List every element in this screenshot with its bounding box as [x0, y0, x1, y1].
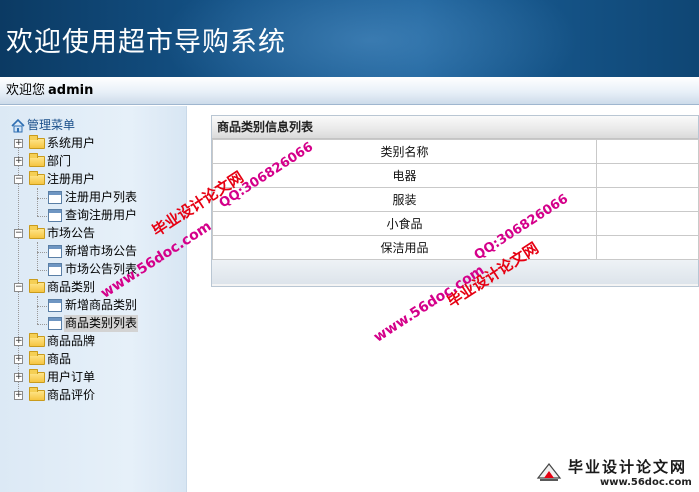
expand-plus-icon[interactable]: + — [14, 157, 23, 166]
table-cell-actions — [596, 211, 699, 236]
table-row: 保洁用品 — [212, 235, 699, 260]
table-header-row: 类别名称 — [212, 139, 699, 164]
sidebar-item-user-orders[interactable]: + 用户订单 — [0, 369, 130, 386]
table-cell: 小食品 — [212, 211, 597, 236]
sidebar-item-query-registered-user[interactable]: 查询注册用户 — [0, 207, 150, 224]
expand-plus-icon[interactable]: + — [14, 337, 23, 346]
home-icon — [11, 119, 25, 133]
page-icon — [48, 191, 62, 204]
sidebar-item-product-brand[interactable]: + 商品品牌 — [0, 333, 130, 350]
sidebar-item-label: 市场公告 — [47, 226, 96, 240]
sidebar-item-label: 商品评价 — [47, 388, 96, 402]
sidebar-item-label: 商品 — [47, 352, 72, 366]
folder-icon — [29, 387, 45, 401]
sidebar-item-department[interactable]: + 部门 — [0, 153, 130, 170]
sidebar-item-market-notice-list[interactable]: 市场公告列表 — [0, 261, 150, 278]
column-header-actions — [596, 139, 699, 164]
category-list-panel: 商品类别信息列表 类别名称 电器 服装 小食品 保洁用品 — [211, 115, 699, 287]
folder-icon — [29, 153, 45, 167]
sidebar-item-system-users[interactable]: + 系统用户 — [0, 135, 130, 152]
sidebar-item-product-category-list[interactable]: 商品类别列表 — [0, 315, 150, 332]
table-cell-actions — [596, 163, 699, 188]
sidebar-item-label: 用户订单 — [47, 370, 96, 384]
folder-icon — [29, 333, 45, 347]
expand-plus-icon[interactable]: + — [14, 373, 23, 382]
folder-icon — [29, 135, 45, 149]
sidebar-item-add-product-category[interactable]: 新增商品类别 — [0, 297, 150, 314]
welcome-bar: 欢迎您 admin — [0, 77, 699, 105]
page-icon — [48, 209, 62, 222]
table-cell-actions — [596, 235, 699, 260]
app-header: 欢迎使用超市导购系统 — [0, 0, 699, 77]
table-cell: 服装 — [212, 187, 597, 212]
sidebar-item-market-notice[interactable]: − 市场公告 — [0, 225, 130, 242]
folder-icon — [29, 351, 45, 365]
page-icon — [48, 263, 62, 276]
expand-plus-icon[interactable]: + — [14, 391, 23, 400]
logo-mark-icon — [536, 463, 562, 481]
sidebar-item-registered-user-list[interactable]: 注册用户列表 — [0, 189, 150, 206]
tree-root[interactable]: 管理菜单 — [0, 117, 120, 134]
sidebar-item-label: 注册用户 — [47, 172, 96, 186]
footer-logo-name: 毕业设计论文网 — [568, 458, 688, 476]
sidebar-item-label: 市场公告列表 — [65, 262, 138, 276]
folder-open-icon — [29, 279, 45, 293]
table-row: 服装 — [212, 187, 699, 212]
collapse-minus-icon[interactable]: − — [14, 229, 23, 238]
sidebar-item-registered-users[interactable]: − 注册用户 — [0, 171, 130, 188]
sidebar-item-label: 商品品牌 — [47, 334, 96, 348]
sidebar-item-product-reviews[interactable]: + 商品评价 — [0, 387, 130, 404]
sidebar-item-label: 注册用户列表 — [65, 190, 138, 204]
sidebar-item-label: 新增市场公告 — [65, 244, 138, 258]
tree-root-label: 管理菜单 — [27, 118, 76, 132]
panel-footer — [212, 260, 698, 284]
app-title: 欢迎使用超市导购系统 — [6, 27, 286, 58]
sidebar-item-label: 新增商品类别 — [65, 298, 138, 312]
folder-icon — [29, 369, 45, 383]
table-cell: 保洁用品 — [212, 235, 597, 260]
welcome-username: admin — [48, 83, 94, 98]
welcome-greeting: 欢迎您 — [6, 83, 46, 98]
table-row: 电器 — [212, 163, 699, 188]
footer-logo: 毕业设计论文网 www.56doc.com — [530, 454, 699, 492]
table-cell-actions — [596, 187, 699, 212]
category-table: 类别名称 电器 服装 小食品 保洁用品 — [212, 139, 699, 260]
sidebar-item-label: 商品类别 — [47, 280, 96, 294]
panel-title: 商品类别信息列表 — [212, 116, 698, 139]
sidebar-item-label-selected: 商品类别列表 — [64, 315, 139, 332]
expand-plus-icon[interactable]: + — [14, 355, 23, 364]
folder-open-icon — [29, 225, 45, 239]
expand-plus-icon[interactable]: + — [14, 139, 23, 148]
sidebar-item-label: 部门 — [47, 154, 72, 168]
sidebar-item-label: 查询注册用户 — [65, 208, 138, 222]
collapse-minus-icon[interactable]: − — [14, 175, 23, 184]
page-icon — [48, 245, 62, 258]
table-row: 小食品 — [212, 211, 699, 236]
page-icon — [48, 299, 62, 312]
footer-logo-url: www.56doc.com — [600, 477, 692, 488]
sidebar: 管理菜单 + 系统用户 + 部门 − 注册用户 注册用户列表 查询注册用户 − … — [0, 106, 187, 492]
folder-open-icon — [29, 171, 45, 185]
sidebar-item-add-market-notice[interactable]: 新增市场公告 — [0, 243, 150, 260]
page-icon — [48, 317, 62, 330]
sidebar-item-product[interactable]: + 商品 — [0, 351, 130, 368]
collapse-minus-icon[interactable]: − — [14, 283, 23, 292]
table-cell: 电器 — [212, 163, 597, 188]
sidebar-item-label: 系统用户 — [47, 136, 96, 150]
column-header-category-name: 类别名称 — [212, 139, 597, 164]
sidebar-item-product-category[interactable]: − 商品类别 — [0, 279, 130, 296]
